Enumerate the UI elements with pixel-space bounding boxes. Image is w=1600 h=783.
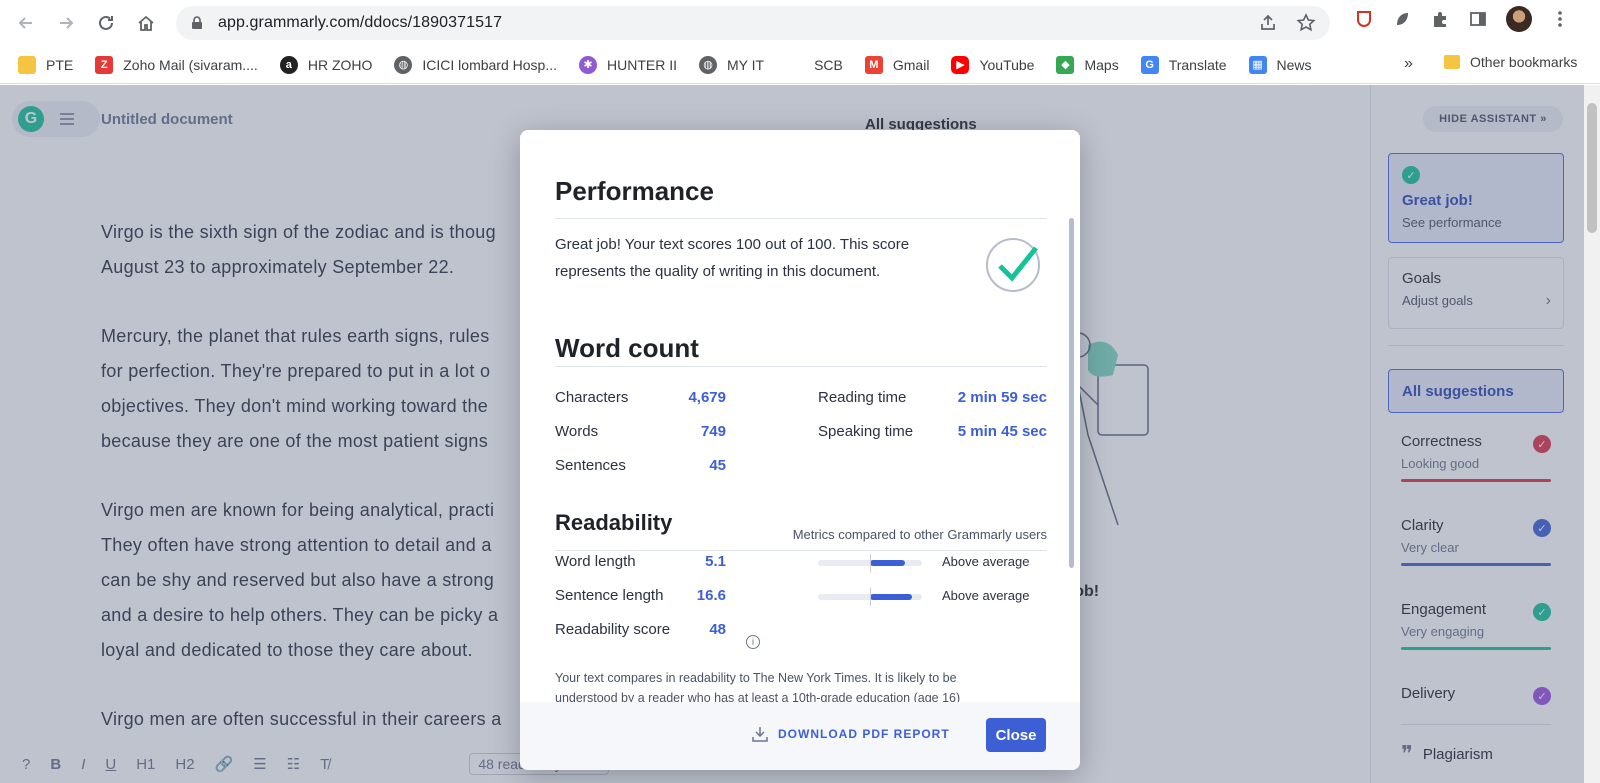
- address-bar[interactable]: app.grammarly.com/ddocs/1890371517: [176, 6, 1330, 40]
- bookmark-hunter[interactable]: ✱ HUNTER II: [579, 55, 677, 74]
- news-icon: ▦: [1248, 55, 1267, 74]
- browser-toolbar: app.grammarly.com/ddocs/1890371517: [0, 0, 1600, 46]
- reload-icon[interactable]: [86, 3, 126, 43]
- divider: [555, 218, 1047, 219]
- bookmark-gmail[interactable]: M Gmail: [864, 55, 929, 74]
- shield-extension-icon[interactable]: [1354, 9, 1374, 29]
- url-text: app.grammarly.com/ddocs/1890371517: [218, 14, 503, 31]
- bookmarks-overflow-button[interactable]: »: [1404, 55, 1413, 73]
- folder-icon: [18, 55, 36, 74]
- score-checkmark-icon: [986, 238, 1040, 292]
- readability-heading: Readability: [555, 510, 673, 535]
- puzzle-icon[interactable]: [1430, 9, 1450, 29]
- speaking-time-label: Speaking time: [818, 423, 914, 440]
- page-scroll-thumb[interactable]: [1587, 103, 1597, 233]
- word-length-meter-fill: [870, 560, 906, 566]
- divider: [555, 550, 1047, 551]
- star-icon[interactable]: [1296, 13, 1316, 33]
- modal-footer: DOWNLOAD PDF REPORT Close: [520, 702, 1080, 770]
- readability-description: Your text compares in readability to The…: [555, 671, 961, 702]
- bookmark-zoho-mail[interactable]: Z Zoho Mail (sivaram....: [95, 55, 258, 74]
- maps-icon: ◆: [1056, 55, 1075, 74]
- readability-score-value: 48: [709, 621, 726, 638]
- back-icon[interactable]: [6, 3, 46, 43]
- reading-time-label: Reading time: [818, 389, 907, 406]
- home-icon[interactable]: [126, 3, 166, 43]
- word-length-label: Word length: [555, 553, 636, 570]
- translate-icon: G: [1140, 55, 1159, 74]
- youtube-icon: ▶: [951, 55, 970, 74]
- download-icon: [752, 727, 768, 742]
- modal-scrollbar[interactable]: [1069, 218, 1074, 568]
- words-value: 749: [700, 423, 726, 440]
- characters-label: Characters: [555, 389, 629, 406]
- word-length-value: 5.1: [705, 553, 726, 570]
- page-scrollbar[interactable]: [1584, 85, 1600, 783]
- word-length-rating: Above average: [942, 554, 1030, 569]
- sentence-length-label: Sentence length: [555, 587, 664, 604]
- bookmark-icici[interactable]: ◍ ICICI lombard Hosp...: [394, 55, 557, 74]
- word-count-heading: Word count: [555, 333, 699, 363]
- reading-time-value: 2 min 59 sec: [957, 389, 1047, 406]
- modal-content: Performance Great job! Your text scores …: [520, 130, 1080, 702]
- characters-value: 4,679: [688, 389, 726, 406]
- sentence-length-meter: [818, 588, 922, 606]
- bookmark-pte[interactable]: PTE: [18, 55, 73, 74]
- bookmark-my-it[interactable]: ◍ MY IT: [699, 55, 764, 74]
- kebab-icon[interactable]: [1550, 9, 1570, 29]
- sentence-length-value: 16.6: [696, 587, 726, 604]
- hunter-icon: ✱: [579, 55, 597, 74]
- divider: [555, 366, 1047, 367]
- bookmark-news[interactable]: ▦ News: [1248, 55, 1312, 74]
- performance-modal: Performance Great job! Your text scores …: [520, 130, 1080, 770]
- amazon-icon: a: [279, 55, 298, 74]
- words-label: Words: [555, 423, 599, 440]
- other-bookmarks[interactable]: Other bookmarks: [1444, 54, 1577, 70]
- bookmark-hr-zoho[interactable]: a HR ZOHO: [279, 55, 372, 74]
- metrics-note: Metrics compared to other Grammarly user…: [792, 527, 1047, 542]
- speaking-time-value: 5 min 45 sec: [957, 423, 1047, 440]
- close-button[interactable]: Close: [986, 718, 1046, 752]
- sentence-length-rating: Above average: [942, 588, 1030, 603]
- globe-icon: ◍: [394, 55, 413, 74]
- blank-page-icon: [786, 55, 805, 74]
- performance-heading: Performance: [555, 176, 714, 206]
- readability-score-label: Readability score: [555, 621, 671, 638]
- sentences-label: Sentences: [555, 457, 626, 474]
- average-tick: [870, 588, 871, 606]
- share-icon[interactable]: [1258, 13, 1278, 33]
- sentence-length-meter-fill: [870, 594, 912, 600]
- download-pdf-button[interactable]: DOWNLOAD PDF REPORT: [752, 726, 950, 742]
- folder-icon: [1444, 55, 1460, 69]
- average-tick: [870, 554, 871, 572]
- gmail-icon: M: [864, 55, 883, 74]
- extensions-area: [1354, 6, 1570, 32]
- zoho-icon: Z: [95, 55, 114, 74]
- sentences-value: 45: [709, 457, 726, 474]
- bookmarks-bar: PTE Z Zoho Mail (sivaram.... a HR ZOHO ◍ IC…: [0, 46, 1600, 84]
- leaf-extension-icon[interactable]: [1392, 9, 1412, 29]
- lock-icon: [192, 16, 202, 29]
- sidepanel-icon[interactable]: [1468, 9, 1488, 29]
- word-length-meter: [818, 554, 922, 572]
- globe-icon: ◍: [699, 55, 717, 74]
- bookmark-youtube[interactable]: ▶ YouTube: [951, 55, 1034, 74]
- info-icon[interactable]: i: [746, 635, 760, 649]
- bookmark-translate[interactable]: G Translate: [1140, 55, 1227, 74]
- bookmark-maps[interactable]: ◆ Maps: [1056, 55, 1119, 74]
- bookmark-scb[interactable]: SCB: [786, 55, 843, 74]
- performance-text: Great job! Your text scores 100 out of 1…: [555, 236, 910, 280]
- forward-icon[interactable]: [46, 3, 86, 43]
- profile-avatar[interactable]: [1506, 6, 1532, 32]
